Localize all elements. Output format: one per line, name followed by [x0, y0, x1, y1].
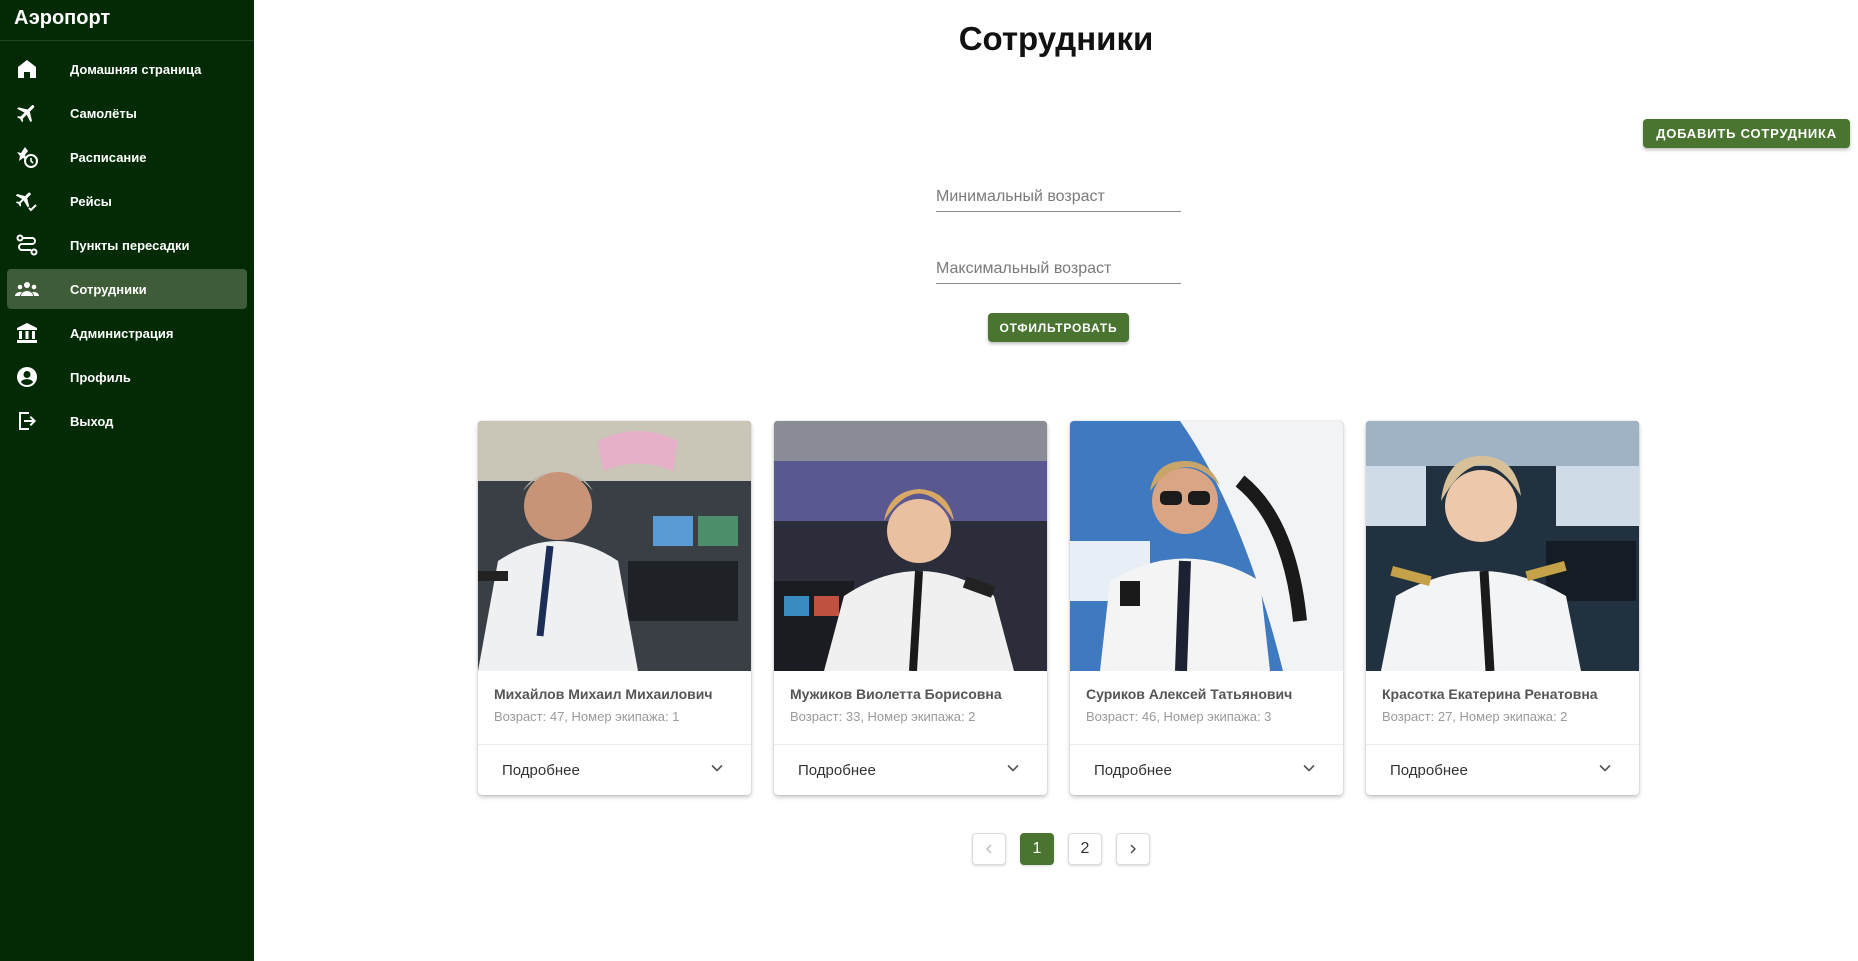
route-icon — [14, 232, 40, 258]
details-expander[interactable]: Подробнее — [774, 745, 1047, 795]
employee-photo — [1366, 421, 1639, 671]
sidebar-item-flights[interactable]: Рейсы — [7, 181, 247, 221]
sidebar-item-label: Сотрудники — [70, 281, 147, 297]
app-title: Аэропорт — [0, 0, 254, 41]
sidebar-item-label: Профиль — [70, 369, 131, 385]
sidebar-item-label: Расписание — [70, 149, 147, 165]
chevron-left-icon — [986, 844, 992, 854]
employee-details: Возраст: 27, Номер экипажа: 2 — [1382, 709, 1568, 724]
main-content: Сотрудники Добавить сотрудника Отфильтро… — [254, 0, 1858, 961]
sidebar-item-label: Выход — [70, 413, 114, 429]
sidebar-item-administration[interactable]: Администрация — [7, 313, 247, 353]
max-age-field — [936, 254, 1181, 284]
sidebar-item-label: Администрация — [70, 325, 174, 341]
account-icon — [14, 364, 40, 390]
employee-photo — [774, 421, 1047, 671]
sidebar-item-label: Самолёты — [70, 105, 137, 121]
sidebar-item-planes[interactable]: Самолёты — [7, 93, 247, 133]
details-expander[interactable]: Подробнее — [1366, 745, 1639, 795]
add-employee-button[interactable]: Добавить сотрудника — [1643, 119, 1850, 148]
page-title: Сотрудники — [958, 20, 1154, 57]
previous-page-button[interactable] — [972, 833, 1006, 865]
sidebar-item-home[interactable]: Домашняя страница — [7, 49, 247, 89]
min-age-field — [936, 182, 1181, 212]
building-icon — [14, 320, 40, 346]
people-icon — [14, 276, 40, 302]
sidebar-item-label: Рейсы — [70, 193, 112, 209]
airplane-icon — [14, 100, 40, 126]
page-button-2[interactable]: 2 — [1068, 833, 1102, 865]
employee-name: Мужиков Виолетта Борисовна — [790, 686, 1002, 702]
page-button-1[interactable]: 1 — [1020, 833, 1054, 865]
employee-name: Суриков Алексей Татьянович — [1086, 686, 1293, 702]
chevron-down-icon — [1299, 758, 1319, 783]
employee-card: Суриков Алексей Татьянович Возраст: 46, … — [1070, 421, 1343, 795]
details-label: Подробнее — [1390, 761, 1468, 779]
employee-info: Михайлов Михаил Михаилович Возраст: 47, … — [478, 671, 751, 745]
sidebar-item-logout[interactable]: Выход — [7, 401, 247, 441]
employee-photo — [478, 421, 751, 671]
flight-check-icon — [14, 188, 40, 214]
logout-icon — [14, 408, 40, 434]
sidebar-item-label: Домашняя страница — [70, 61, 202, 77]
schedule-icon — [14, 144, 40, 170]
employee-info: Мужиков Виолетта Борисовна Возраст: 33, … — [774, 671, 1047, 745]
chevron-down-icon — [1003, 758, 1023, 783]
sidebar-nav: Домашняя страница Самолёты Расписание Ре… — [0, 41, 254, 441]
pagination: 1 2 — [972, 833, 1150, 865]
employee-details: Возраст: 47, Номер экипажа: 1 — [494, 709, 680, 724]
employee-card: Михайлов Михаил Михаилович Возраст: 47, … — [478, 421, 751, 795]
employee-card: Красотка Екатерина Ренатовна Возраст: 27… — [1366, 421, 1639, 795]
sidebar-item-schedule[interactable]: Расписание — [7, 137, 247, 177]
employee-name: Красотка Екатерина Ренатовна — [1382, 686, 1598, 702]
min-age-input[interactable] — [936, 182, 1181, 211]
filter-button[interactable]: Отфильтровать — [988, 313, 1129, 342]
home-icon — [14, 56, 40, 82]
employee-photo — [1070, 421, 1343, 671]
sidebar-item-label: Пункты пересадки — [70, 237, 190, 253]
employee-details: Возраст: 46, Номер экипажа: 3 — [1086, 709, 1272, 724]
details-expander[interactable]: Подробнее — [478, 745, 751, 795]
sidebar: Аэропорт Домашняя страница Самолёты Расп… — [0, 0, 254, 961]
details-label: Подробнее — [1094, 761, 1172, 779]
next-page-button[interactable] — [1116, 833, 1150, 865]
employee-name: Михайлов Михаил Михаилович — [494, 686, 713, 702]
details-label: Подробнее — [798, 761, 876, 779]
employee-card: Мужиков Виолетта Борисовна Возраст: 33, … — [774, 421, 1047, 795]
employee-details: Возраст: 33, Номер экипажа: 2 — [790, 709, 976, 724]
employee-info: Суриков Алексей Татьянович Возраст: 46, … — [1070, 671, 1343, 745]
sidebar-item-transfer-points[interactable]: Пункты пересадки — [7, 225, 247, 265]
details-expander[interactable]: Подробнее — [1070, 745, 1343, 795]
sidebar-item-employees[interactable]: Сотрудники — [7, 269, 247, 309]
sidebar-item-profile[interactable]: Профиль — [7, 357, 247, 397]
employee-cards: Михайлов Михаил Михаилович Возраст: 47, … — [478, 421, 1639, 795]
chevron-down-icon — [707, 758, 727, 783]
max-age-input[interactable] — [936, 254, 1181, 283]
chevron-right-icon — [1130, 844, 1136, 854]
chevron-down-icon — [1595, 758, 1615, 783]
employee-info: Красотка Екатерина Ренатовна Возраст: 27… — [1366, 671, 1639, 745]
details-label: Подробнее — [502, 761, 580, 779]
